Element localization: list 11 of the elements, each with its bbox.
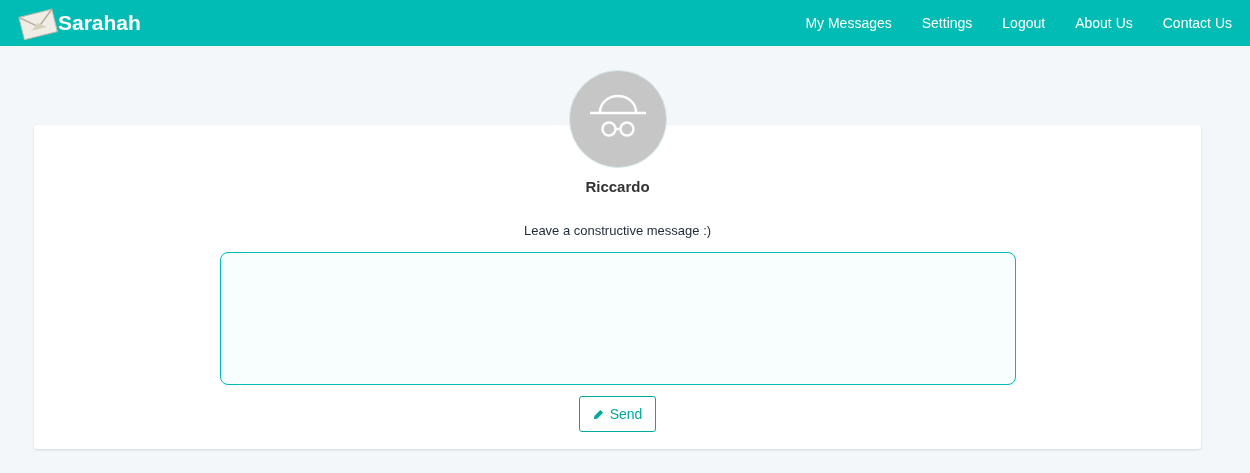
message-prompt: Leave a constructive message :) [523,221,712,240]
message-field[interactable] [219,252,1016,385]
nav-link[interactable]: Settings [921,12,973,34]
brand-name[interactable]: Sarahah [58,7,141,39]
send-button[interactable]: Send [578,396,657,432]
nav-link[interactable]: Logout [1002,12,1046,34]
profile-name: Riccardo [585,177,650,197]
pencil-icon [592,408,604,420]
nav-link[interactable]: About Us [1075,12,1133,34]
nav-link[interactable]: My Messages [805,12,892,34]
nav-link[interactable]: Contact Us [1162,12,1232,34]
